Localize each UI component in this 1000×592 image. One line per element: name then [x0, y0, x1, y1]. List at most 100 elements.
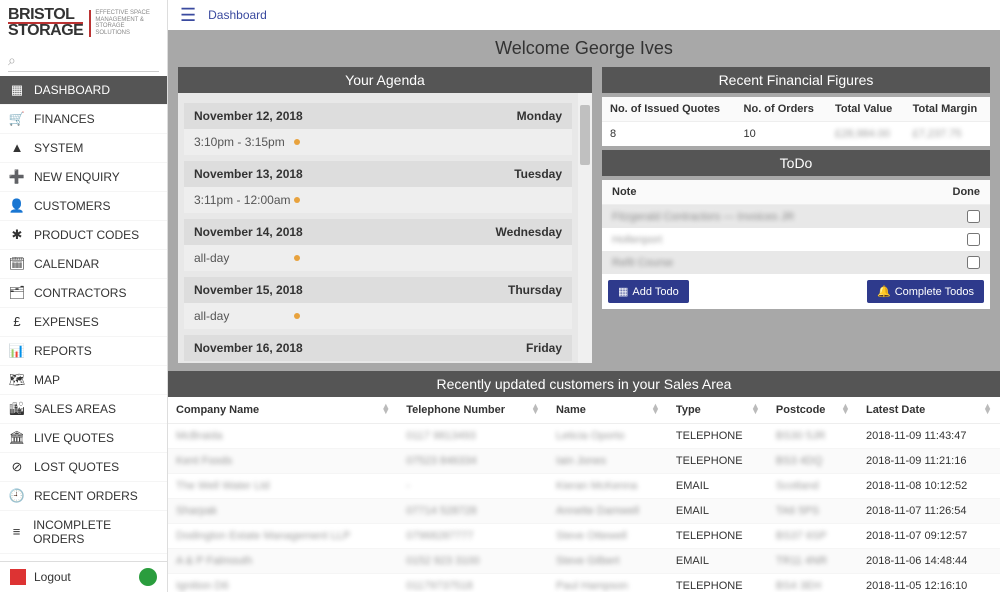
- cell-company: The Well Water Ltd: [168, 474, 398, 499]
- nav-item-incomplete-orders[interactable]: ≡INCOMPLETE ORDERS: [0, 511, 167, 554]
- agenda-date-row[interactable]: November 14, 2018Wednesday: [184, 219, 572, 245]
- search-input[interactable]: [8, 51, 159, 72]
- nav-icon: 👤: [10, 199, 24, 213]
- sidebar-footer: Logout: [0, 561, 167, 592]
- cell-company: McBraida: [168, 424, 398, 449]
- cell-postcode: Scotland: [768, 474, 858, 499]
- cell-date: 2018-11-07 11:26:54: [858, 499, 1000, 524]
- cust-col-c1[interactable]: Company Name▲▼: [168, 397, 398, 424]
- agenda-weekday: Thursday: [508, 283, 562, 297]
- logout-button[interactable]: Logout: [10, 569, 71, 585]
- cell-company: Dodington Estate Management LLP: [168, 524, 398, 549]
- nav-item-this-year-s-orders[interactable]: ≣THIS YEAR'S ORDERS: [0, 554, 167, 561]
- brand-line2: STORAGE: [8, 22, 83, 38]
- status-icon[interactable]: [139, 568, 157, 586]
- cell-type: TELEPHONE: [668, 424, 768, 449]
- fin-col-orders: No. of Orders: [736, 97, 827, 122]
- nav-icon: ▲: [10, 141, 24, 155]
- todo-row: Hollenport: [602, 228, 990, 251]
- customers-title: Recently updated customers in your Sales…: [168, 371, 1000, 397]
- agenda-scrollbar[interactable]: [578, 93, 592, 363]
- cell-tel: 07714 528728: [398, 499, 548, 524]
- table-row[interactable]: A & P Falmouth0152 923 3100Steve Gilbert…: [168, 549, 1000, 574]
- nav-item-reports[interactable]: 📊REPORTS: [0, 337, 167, 366]
- plus-icon: ▦: [618, 285, 628, 298]
- nav-label: FINANCES: [34, 112, 95, 126]
- cell-type: TELEPHONE: [668, 574, 768, 592]
- cell-date: 2018-11-05 12:16:10: [858, 574, 1000, 592]
- table-row[interactable]: Dodington Estate Management LLP079682877…: [168, 524, 1000, 549]
- event-dot-icon: [294, 313, 300, 319]
- todo-done-checkbox[interactable]: [967, 210, 980, 223]
- nav-label: EXPENSES: [34, 315, 99, 329]
- agenda-event[interactable]: all-day: [184, 303, 572, 329]
- nav-item-sales-areas[interactable]: 🏙SALES AREAS: [0, 395, 167, 424]
- nav-item-dashboard[interactable]: ▦DASHBOARD: [0, 76, 167, 105]
- todo-col-note: Note: [612, 186, 636, 198]
- todo-done-checkbox[interactable]: [967, 233, 980, 246]
- table-row[interactable]: The Well Water Ltd-Kieran McKennaEMAILSc…: [168, 474, 1000, 499]
- nav-label: NEW ENQUIRY: [34, 170, 120, 184]
- nav: ▦DASHBOARD 🛒 FINANCES ▲SYSTEM➕NEW ENQUIRY 👤 C…: [0, 76, 167, 561]
- cell-name: Annette Damwell: [548, 499, 668, 524]
- add-todo-button[interactable]: ▦ Add Todo: [608, 280, 689, 303]
- sort-icon: ▲▼: [983, 404, 992, 415]
- todo-done-checkbox[interactable]: [967, 256, 980, 269]
- nav-item-map[interactable]: 🗺MAP: [0, 366, 167, 395]
- nav-item-product-codes[interactable]: ✱PRODUCT CODES: [0, 221, 167, 250]
- todo-note[interactable]: Hollenport: [612, 234, 662, 246]
- nav-label: CUSTOMERS: [34, 199, 110, 213]
- cust-col-c6[interactable]: Latest Date▲▼: [858, 397, 1000, 424]
- logout-label: Logout: [34, 570, 71, 584]
- cell-type: EMAIL: [668, 474, 768, 499]
- fin-col-margin: Total Margin: [905, 97, 990, 122]
- table-row[interactable]: Kent Foods07523 846334Iain JonesTELEPHON…: [168, 449, 1000, 474]
- nav-icon: 📊: [10, 344, 24, 358]
- agenda-date: November 16, 2018: [194, 341, 303, 355]
- todo-note[interactable]: Refit Course: [612, 257, 673, 269]
- complete-todos-button[interactable]: 🔔 Complete Todos: [867, 280, 984, 303]
- agenda-date-row[interactable]: November 12, 2018Monday: [184, 103, 572, 129]
- nav-item-new-enquiry[interactable]: ➕NEW ENQUIRY: [0, 163, 167, 192]
- nav-item-recent-orders[interactable]: 🕘RECENT ORDERS: [0, 482, 167, 511]
- cell-tel: 07968287777: [398, 524, 548, 549]
- agenda-list[interactable]: November 12, 2018Monday3:10pm - 3:15pm No…: [178, 93, 578, 363]
- agenda-event[interactable]: 3:10pm - 3:15pm: [184, 129, 572, 155]
- nav-icon: 🛒: [10, 112, 24, 126]
- agenda-date-row[interactable]: November 13, 2018Tuesday: [184, 161, 572, 187]
- cust-col-c2[interactable]: Telephone Number▲▼: [398, 397, 548, 424]
- breadcrumb[interactable]: Dashboard: [208, 8, 267, 22]
- menu-toggle-icon[interactable]: ☰: [180, 5, 196, 26]
- table-row[interactable]: McBraida0117 9813493Leticia OportoTELEPH…: [168, 424, 1000, 449]
- todo-note[interactable]: Fitzgerald Contractors — Invoices JR: [612, 211, 794, 223]
- agenda-date-row[interactable]: November 16, 2018Friday: [184, 335, 572, 361]
- nav-label: INCOMPLETE ORDERS: [33, 518, 157, 546]
- cust-col-c4[interactable]: Type▲▼: [668, 397, 768, 424]
- cust-col-c3[interactable]: Name▲▼: [548, 397, 668, 424]
- nav-item-live-quotes[interactable]: 🏛LIVE QUOTES: [0, 424, 167, 453]
- cell-name: Paul Hampson: [548, 574, 668, 592]
- cell-date: 2018-11-07 09:12:57: [858, 524, 1000, 549]
- nav-item-expenses[interactable]: £EXPENSES: [0, 308, 167, 337]
- cust-col-c5[interactable]: Postcode▲▼: [768, 397, 858, 424]
- nav-label: MAP: [34, 373, 60, 387]
- agenda-event[interactable]: all-day: [184, 245, 572, 271]
- nav-item-customers[interactable]: 👤 CUSTOMERS: [0, 192, 167, 221]
- nav-item-contractors[interactable]: 🗂CONTRACTORS: [0, 279, 167, 308]
- nav-item-lost-quotes[interactable]: ⊘LOST QUOTES: [0, 453, 167, 482]
- nav-icon: ▦: [10, 83, 24, 97]
- financial-title: Recent Financial Figures: [602, 67, 990, 93]
- nav-label: LIVE QUOTES: [34, 431, 114, 445]
- nav-item-system[interactable]: ▲SYSTEM: [0, 134, 167, 163]
- table-row[interactable]: Sharpak07714 528728Annette DamwellEMAILT…: [168, 499, 1000, 524]
- agenda-event[interactable]: 3:11pm - 12:00am: [184, 187, 572, 213]
- brand-tagline: EFFECTIVE SPACE MANAGEMENT & STORAGE SOL…: [89, 10, 159, 36]
- bell-icon: 🔔: [877, 285, 891, 298]
- todo-row: Fitzgerald Contractors — Invoices JR: [602, 205, 990, 228]
- nav-item-calendar[interactable]: 🗓CALENDAR: [0, 250, 167, 279]
- nav-item-finances[interactable]: 🛒 FINANCES: [0, 105, 167, 134]
- agenda-date-row[interactable]: November 15, 2018Thursday: [184, 277, 572, 303]
- agenda-date: November 13, 2018: [194, 167, 303, 181]
- welcome-banner: Welcome George Ives: [168, 30, 1000, 67]
- table-row[interactable]: Ignition D601179737518Paul HampsonTELEPH…: [168, 574, 1000, 592]
